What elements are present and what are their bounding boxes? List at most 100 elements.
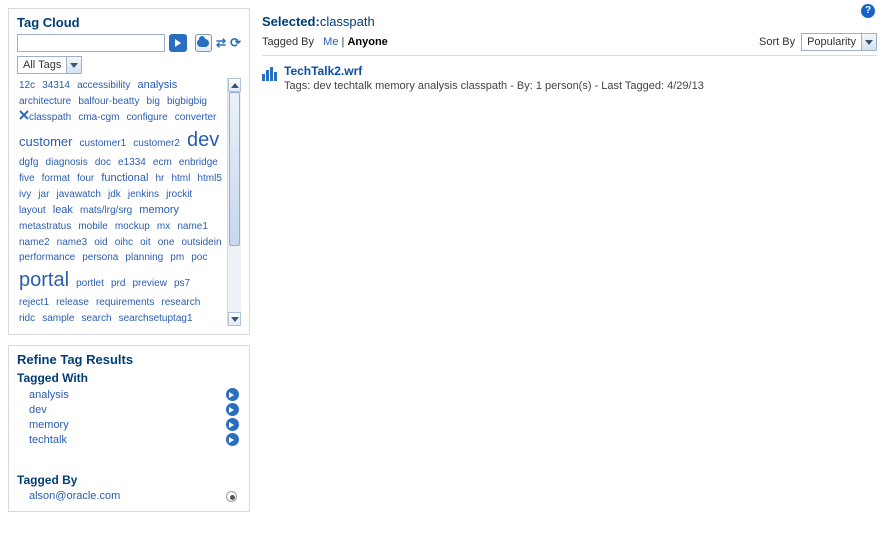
tag-outsidein[interactable]: outsidein bbox=[180, 237, 224, 248]
add-tag-icon[interactable] bbox=[226, 433, 239, 446]
tag-portal[interactable]: portal bbox=[17, 269, 71, 291]
tagged-by-me-link[interactable]: Me bbox=[323, 36, 338, 48]
tag-jrockit[interactable]: jrockit bbox=[164, 189, 194, 200]
tag-analysis[interactable]: analysis bbox=[135, 79, 179, 91]
tag-oihc[interactable]: oihc bbox=[113, 237, 135, 248]
tag-oit[interactable]: oit bbox=[138, 237, 153, 248]
tag-accessibility[interactable]: accessibility bbox=[75, 80, 132, 91]
tag-oid[interactable]: oid bbox=[92, 237, 109, 248]
refine-tag-row: techtalk bbox=[17, 432, 241, 447]
tag-reject1[interactable]: reject1 bbox=[17, 297, 51, 308]
tag-e1334[interactable]: e1334 bbox=[116, 157, 148, 168]
tag-cloud-scrollbar[interactable] bbox=[227, 78, 241, 326]
tag-diagnosis[interactable]: diagnosis bbox=[44, 157, 90, 168]
refine-tag-name[interactable]: analysis bbox=[29, 389, 69, 401]
tagged-with-header: Tagged With bbox=[17, 371, 241, 385]
tag-portlet[interactable]: portlet bbox=[74, 278, 106, 289]
sort-by-select[interactable]: Popularity bbox=[801, 33, 877, 51]
tag-doc[interactable]: doc bbox=[93, 157, 113, 168]
add-tag-icon[interactable] bbox=[226, 388, 239, 401]
refresh-button[interactable]: ⟳ bbox=[230, 35, 241, 51]
tag-balfour-beatty[interactable]: balfour-beatty bbox=[76, 96, 141, 107]
tag-layout[interactable]: layout bbox=[17, 205, 48, 216]
tag-hr[interactable]: hr bbox=[153, 173, 166, 184]
scroll-down-button[interactable] bbox=[228, 312, 241, 326]
tag-html5[interactable]: html5 bbox=[195, 173, 223, 184]
tag-five[interactable]: five bbox=[17, 173, 37, 184]
tag-ps7[interactable]: ps7 bbox=[172, 278, 192, 289]
tag-poc[interactable]: poc bbox=[189, 252, 209, 263]
tag-memory[interactable]: memory bbox=[137, 204, 181, 216]
tag-mats-lrg-srg[interactable]: mats/lrg/srg bbox=[78, 205, 134, 216]
refine-tag-name[interactable]: dev bbox=[29, 404, 47, 416]
tag-12c[interactable]: 12c bbox=[17, 80, 37, 91]
tag-dgfg[interactable]: dgfg bbox=[17, 157, 40, 168]
tag-jar[interactable]: jar bbox=[36, 189, 51, 200]
scroll-up-button[interactable] bbox=[228, 78, 241, 92]
tag-leak[interactable]: leak bbox=[51, 204, 75, 216]
cloud-view-button[interactable] bbox=[195, 34, 213, 52]
tag-format[interactable]: format bbox=[40, 173, 72, 184]
refine-user-actions bbox=[226, 490, 239, 502]
tag-performance[interactable]: performance bbox=[17, 252, 77, 263]
tag-architecture[interactable]: architecture bbox=[17, 96, 73, 107]
tag-ecm[interactable]: ecm bbox=[151, 157, 174, 168]
tag-search-go-button[interactable] bbox=[169, 34, 187, 52]
tag-sample[interactable]: sample bbox=[40, 313, 76, 324]
scroll-thumb[interactable] bbox=[229, 92, 240, 246]
tag-big[interactable]: big bbox=[145, 96, 162, 107]
help-icon[interactable]: ? bbox=[861, 4, 875, 18]
tag-enbridge[interactable]: enbridge bbox=[177, 157, 220, 168]
tag-one[interactable]: one bbox=[156, 237, 177, 248]
tag-prd[interactable]: prd bbox=[109, 278, 127, 289]
tag-javawatch[interactable]: javawatch bbox=[54, 189, 102, 200]
tag-functional[interactable]: functional bbox=[99, 172, 150, 184]
refine-tag-name[interactable]: techtalk bbox=[29, 434, 67, 446]
tag-customer2[interactable]: customer2 bbox=[131, 138, 182, 149]
tag-search-input[interactable] bbox=[17, 34, 165, 52]
tag-mobile[interactable]: mobile bbox=[76, 221, 109, 232]
tag-mx[interactable]: mx bbox=[155, 221, 172, 232]
tag-configure[interactable]: configure bbox=[125, 112, 170, 123]
sort-toggle-button[interactable]: ⇄ bbox=[216, 36, 226, 50]
tag-customer1[interactable]: customer1 bbox=[78, 138, 129, 149]
tag-searchsetuptag1[interactable]: searchsetuptag1 bbox=[117, 313, 195, 324]
tag-mockup[interactable]: mockup bbox=[113, 221, 152, 232]
add-tag-icon[interactable] bbox=[226, 403, 239, 416]
tag-name2[interactable]: name2 bbox=[17, 237, 52, 248]
tag-name3[interactable]: name3 bbox=[55, 237, 90, 248]
tag-34314[interactable]: 34314 bbox=[40, 80, 72, 91]
tag-search[interactable]: search bbox=[80, 313, 114, 324]
tag-metastratus[interactable]: metastratus bbox=[17, 221, 73, 232]
tag-html[interactable]: html bbox=[169, 173, 192, 184]
tag-four[interactable]: four bbox=[75, 173, 96, 184]
tagged-by-label: Tagged By bbox=[262, 36, 314, 48]
tag-requirements[interactable]: requirements bbox=[94, 297, 156, 308]
add-tag-icon[interactable] bbox=[226, 418, 239, 431]
tag-jdk[interactable]: jdk bbox=[106, 189, 123, 200]
user-radio[interactable] bbox=[226, 491, 237, 502]
tag-jenkins[interactable]: jenkins bbox=[126, 189, 161, 200]
tag-dev[interactable]: dev bbox=[185, 129, 221, 151]
tag-preview[interactable]: preview bbox=[130, 278, 168, 289]
tag-classpath[interactable]: classpath bbox=[17, 112, 73, 123]
tag-release[interactable]: release bbox=[54, 297, 91, 308]
tag-cma-cgm[interactable]: cma-cgm bbox=[76, 112, 121, 123]
tag-ridc[interactable]: ridc bbox=[17, 313, 37, 324]
refine-user-name[interactable]: alson@oracle.com bbox=[29, 490, 120, 502]
tag-ivy[interactable]: ivy bbox=[17, 189, 33, 200]
tag-research[interactable]: research bbox=[159, 297, 202, 308]
tag-persona[interactable]: persona bbox=[80, 252, 120, 263]
tag-customer[interactable]: customer bbox=[17, 134, 74, 149]
scroll-track[interactable] bbox=[228, 92, 241, 312]
tag-planning[interactable]: planning bbox=[123, 252, 165, 263]
tag-scope-select[interactable]: All Tags bbox=[17, 56, 82, 74]
tag-converter[interactable]: converter bbox=[173, 112, 219, 123]
tag-pm[interactable]: pm bbox=[168, 252, 186, 263]
tagged-by-anyone-link[interactable]: Anyone bbox=[347, 36, 387, 48]
tag-name1[interactable]: name1 bbox=[175, 221, 210, 232]
remove-tag-icon[interactable] bbox=[19, 112, 29, 123]
result-title-link[interactable]: TechTalk2.wrf bbox=[284, 64, 362, 78]
refine-tag-name[interactable]: memory bbox=[29, 419, 69, 431]
tag-bigbigbig[interactable]: bigbigbig bbox=[165, 96, 209, 107]
